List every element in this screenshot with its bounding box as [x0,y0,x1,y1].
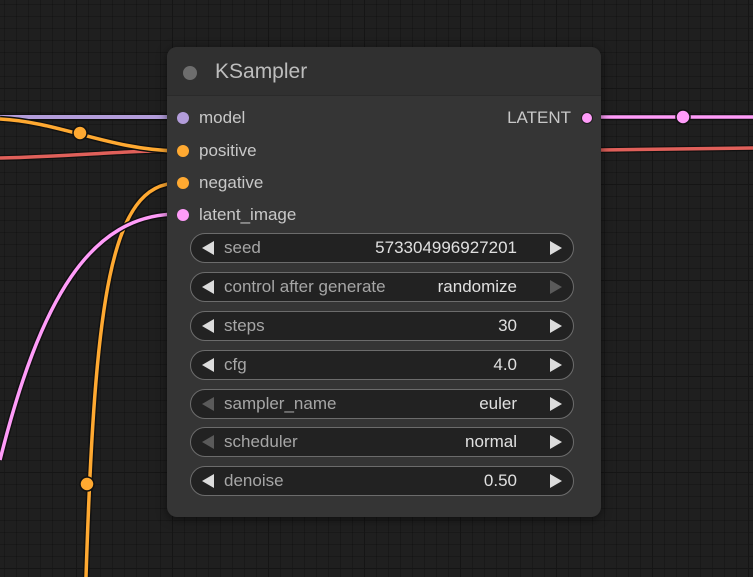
node-header[interactable]: KSampler [167,47,601,96]
widget-label-control-after-generate: control after generate [224,277,386,296]
collapse-toggle-icon[interactable] [183,66,197,80]
increment-arrow-icon[interactable] [550,319,562,333]
decrement-arrow-icon[interactable] [202,358,214,372]
positive-socket-icon[interactable] [177,145,189,157]
output-label-latent: LATENT [507,108,571,127]
decrement-arrow-icon[interactable] [202,397,214,411]
increment-arrow-icon[interactable] [550,435,562,449]
steps-widget[interactable]: steps 30 [190,311,574,341]
widget-value-cfg: 4.0 [493,355,517,374]
input-label-positive: positive [199,141,257,160]
decrement-arrow-icon[interactable] [202,241,214,255]
control-after-generate-widget[interactable]: control after generate randomize [190,272,574,302]
widget-label-scheduler: scheduler [224,432,298,451]
positive-wire-midpoint[interactable] [72,125,88,141]
widget-value-steps: 30 [498,316,517,335]
cfg-widget[interactable]: cfg 4.0 [190,350,574,380]
input-label-latent-image: latent_image [199,205,297,224]
widget-label-sampler-name: sampler_name [224,394,337,413]
decrement-arrow-icon[interactable] [202,280,214,294]
output-slot-latent[interactable]: LATENT [473,108,593,128]
ksampler-node[interactable]: KSampler model positive negative latent_… [167,47,601,517]
widget-label-seed: seed [224,238,261,257]
widget-value-seed: 573304996927201 [375,238,517,257]
latent-output-wire-midpoint[interactable] [675,109,691,125]
input-label-negative: negative [199,173,264,192]
widget-value-denoise: 0.50 [483,471,517,490]
increment-arrow-icon[interactable] [550,280,562,294]
latent-output-socket-icon[interactable] [581,112,593,124]
increment-arrow-icon[interactable] [550,474,562,488]
widget-value-sampler-name: euler [479,394,517,413]
sampler-name-widget[interactable]: sampler_name euler [190,389,574,419]
negative-socket-icon[interactable] [177,177,189,189]
increment-arrow-icon[interactable] [550,397,562,411]
input-label-model: model [199,108,246,127]
decrement-arrow-icon[interactable] [202,435,214,449]
node-title: KSampler [215,60,308,83]
increment-arrow-icon[interactable] [550,358,562,372]
red-wire-right-line [600,146,753,152]
latent-image-socket-icon[interactable] [177,209,189,221]
seed-widget[interactable]: seed 573304996927201 [190,233,574,263]
widget-label-denoise: denoise [224,471,284,490]
increment-arrow-icon[interactable] [550,241,562,255]
widget-label-steps: steps [224,316,265,335]
decrement-arrow-icon[interactable] [202,474,214,488]
scheduler-widget[interactable]: scheduler normal [190,427,574,457]
model-socket-icon[interactable] [177,112,189,124]
widget-value-scheduler: normal [465,432,517,451]
decrement-arrow-icon[interactable] [202,319,214,333]
denoise-widget[interactable]: denoise 0.50 [190,466,574,496]
latent-input-wire [0,210,179,461]
widget-value-control-after-generate: randomize [437,277,517,296]
negative-wire-midpoint[interactable] [79,476,95,492]
widget-label-cfg: cfg [224,355,247,374]
